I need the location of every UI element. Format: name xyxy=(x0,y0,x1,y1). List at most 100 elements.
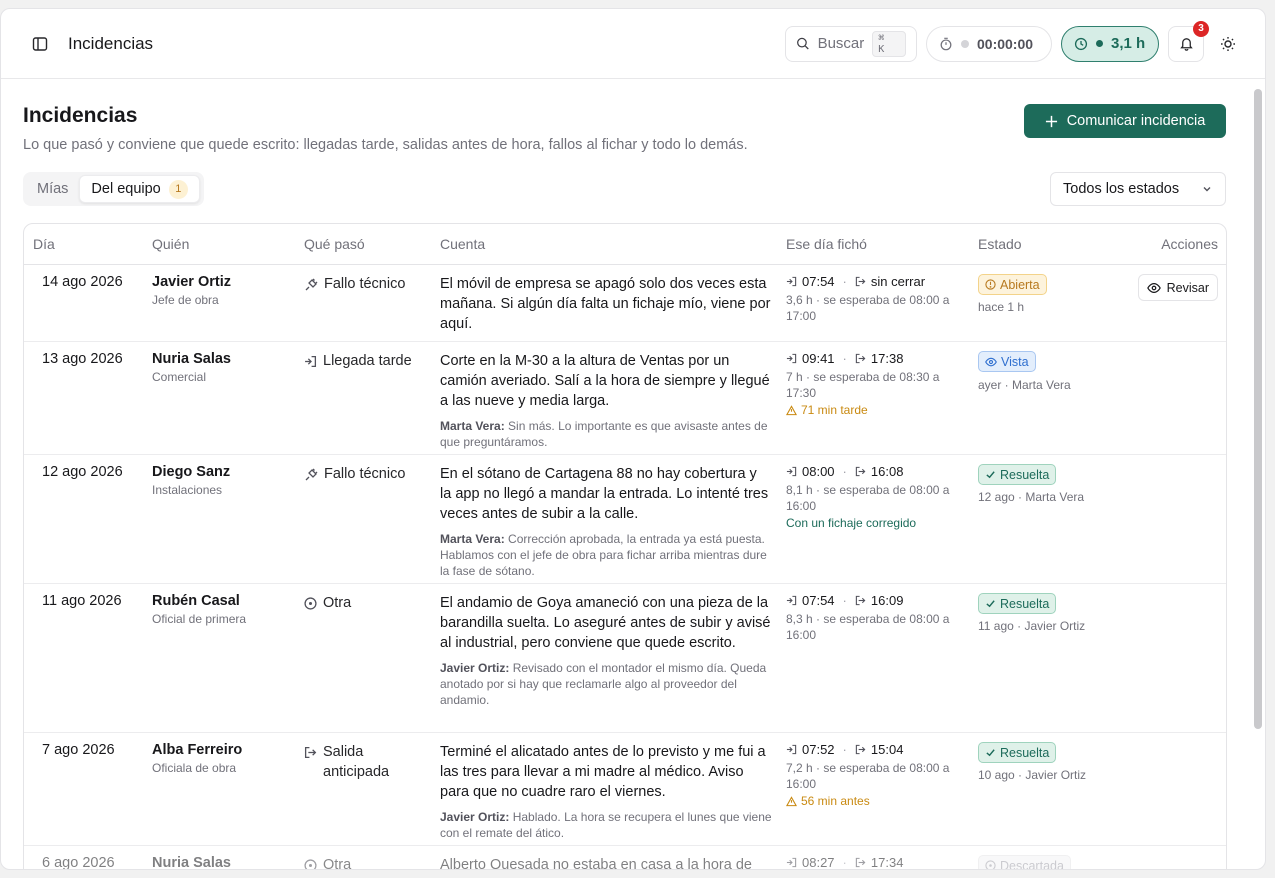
row-name: Alba Ferreiro xyxy=(152,742,243,758)
table-row[interactable]: 12 ago 2026 Diego Sanz Instalaciones Fall… xyxy=(24,455,1226,584)
status-meta: 10 ago · Javier Ortiz xyxy=(978,768,1087,782)
sidebar-toggle-icon[interactable] xyxy=(29,33,51,55)
row-clock-out: sin cerrar xyxy=(870,274,926,289)
report-incident-button[interactable]: Comunicar incidencia xyxy=(1024,104,1226,138)
warning-triangle-icon xyxy=(786,795,797,806)
search-placeholder: Buscar xyxy=(817,35,865,52)
status-label: Resuelta xyxy=(1000,745,1050,760)
row-clock-out: 16:09 xyxy=(870,593,904,608)
log-out-icon xyxy=(304,746,317,759)
notifications-button[interactable]: 3 xyxy=(1168,20,1209,62)
row-day: 14 ago 2026 xyxy=(42,274,123,290)
review-button[interactable]: Revisar xyxy=(1137,274,1218,301)
timer-button[interactable]: 00:00:00 xyxy=(926,25,1052,62)
header-clock: Ese día fichó xyxy=(786,236,867,252)
plug-icon xyxy=(305,468,318,481)
row-type: Otra xyxy=(323,857,352,870)
sun-icon xyxy=(1221,36,1235,51)
status-filter-select[interactable]: Todos los estados xyxy=(1050,172,1226,206)
app-window: Incidencias Buscar ⌘ K 00:00:00 3,1 h 3 xyxy=(0,8,1266,870)
status-label: Descartada xyxy=(1000,858,1064,870)
row-clock-info: 8,1 h · se esperaba de 08:00 a 16:00 xyxy=(786,483,950,513)
row-account: Corte en la M-30 a la altura de Ventas p… xyxy=(440,353,770,409)
status-badge: Resuelta xyxy=(978,464,1057,485)
row-role: Oficiala de obra xyxy=(152,761,237,775)
page-title: Incidencias xyxy=(23,104,138,127)
table-row[interactable]: 14 ago 2026 Javier Ortiz Jefe de obra Fal… xyxy=(24,265,1226,342)
status-meta: 12 ago · Marta Vera xyxy=(978,490,1085,504)
note-author: Javier Ortiz: xyxy=(440,661,510,675)
table-row[interactable]: 13 ago 2026 Nuria Salas Comercial Llegada… xyxy=(24,342,1226,455)
page-header: Incidencias Lo que pasó y conviene que q… xyxy=(23,104,748,153)
row-clock-flag: 71 min tarde xyxy=(786,403,978,417)
row-type: Fallo técnico xyxy=(324,276,406,292)
row-day: 7 ago 2026 xyxy=(42,742,115,758)
status-badge: Resuelta xyxy=(978,742,1057,763)
page-scrollbar[interactable] xyxy=(1254,89,1262,729)
row-clock-flag: Con un fichaje corregido xyxy=(786,516,917,530)
warning-triangle-icon xyxy=(786,404,797,415)
flag-text: 56 min antes xyxy=(801,794,870,808)
row-name: Javier Ortiz xyxy=(152,274,231,290)
tab-team-count: 1 xyxy=(168,179,188,199)
eye-icon xyxy=(1146,282,1161,293)
table-row[interactable]: 6 ago 2026 Nuria Salas Otra Alberto Ques… xyxy=(24,846,1226,870)
row-account: Terminé el alicatado antes de lo previst… xyxy=(440,744,766,800)
clock-out-icon xyxy=(855,353,866,364)
table-header: Día Quién Qué pasó Cuenta Ese día fichó … xyxy=(24,224,1226,265)
clock-in-icon xyxy=(786,353,797,364)
row-clock-in: 07:54 xyxy=(802,593,835,608)
clock-out-icon xyxy=(855,744,866,755)
incidents-table: Día Quién Qué pasó Cuenta Ese día fichó … xyxy=(23,223,1227,870)
check-icon xyxy=(986,749,995,757)
report-incident-label: Comunicar incidencia xyxy=(1066,113,1206,129)
row-note: Javier Ortiz: Hablado. La hora se recupe… xyxy=(440,809,786,841)
status-badge: Resuelta xyxy=(978,593,1057,614)
table-row[interactable]: 11 ago 2026 Rubén Casal Oficial de primer… xyxy=(24,584,1226,733)
row-name: Nuria Salas xyxy=(152,351,231,367)
note-author: Marta Vera: xyxy=(440,419,505,433)
clock-in-icon xyxy=(786,744,797,755)
clock-in-icon xyxy=(786,276,797,287)
row-role: Instalaciones xyxy=(152,483,223,497)
row-role: Comercial xyxy=(152,370,207,384)
row-type: Salida anticipada xyxy=(323,744,390,780)
row-role: Jefe de obra xyxy=(152,293,219,307)
eye-icon xyxy=(985,357,997,366)
clock-in-icon xyxy=(786,595,797,606)
header-actions: Acciones xyxy=(1161,236,1218,252)
dot-circle-icon xyxy=(985,860,996,869)
alert-circle-icon xyxy=(985,279,996,290)
row-clock-out: 17:38 xyxy=(870,351,904,366)
clock-out-icon xyxy=(855,857,866,868)
plus-icon xyxy=(1045,115,1057,127)
theme-toggle-button[interactable] xyxy=(1213,26,1243,62)
hours-button[interactable]: 3,1 h xyxy=(1061,25,1159,62)
row-clock-in: 08:27 xyxy=(802,855,835,870)
row-clock-in: 07:54 xyxy=(802,274,835,289)
tab-team[interactable]: Del equipo 1 xyxy=(79,175,200,203)
search-input[interactable]: Buscar ⌘ K xyxy=(785,25,917,62)
row-account: En el sótano de Cartagena 88 no hay cobe… xyxy=(440,466,769,522)
chevron-down-icon xyxy=(1203,187,1211,192)
row-clock-info: 7,2 h · se esperaba de 08:00 a 16:00 xyxy=(786,761,950,791)
row-type: Otra xyxy=(323,595,352,611)
row-note: Marta Vera: Corrección aprobada, la entr… xyxy=(440,531,786,579)
row-day: 6 ago 2026 xyxy=(42,855,115,870)
row-day: 12 ago 2026 xyxy=(42,464,123,480)
row-type: Fallo técnico xyxy=(324,466,406,482)
status-label: Resuelta xyxy=(1000,596,1050,611)
stopwatch-icon xyxy=(940,37,952,50)
tab-mine[interactable]: Mías xyxy=(26,175,79,203)
row-account: Alberto Quesada no estaba en casa a la h… xyxy=(440,857,752,870)
row-name: Rubén Casal xyxy=(152,593,240,609)
status-filter-value: Todos los estados xyxy=(1063,181,1180,197)
hours-value: 3,1 h xyxy=(1111,35,1146,52)
header-status: Estado xyxy=(978,236,1022,252)
clock-in-icon xyxy=(786,466,797,477)
dot-circle-icon xyxy=(304,859,317,869)
check-icon xyxy=(986,471,995,479)
table-row[interactable]: 7 ago 2026 Alba Ferreiro Oficiala de obra… xyxy=(24,733,1226,846)
notifications-badge: 3 xyxy=(1193,20,1209,37)
clock-out-icon xyxy=(855,595,866,606)
